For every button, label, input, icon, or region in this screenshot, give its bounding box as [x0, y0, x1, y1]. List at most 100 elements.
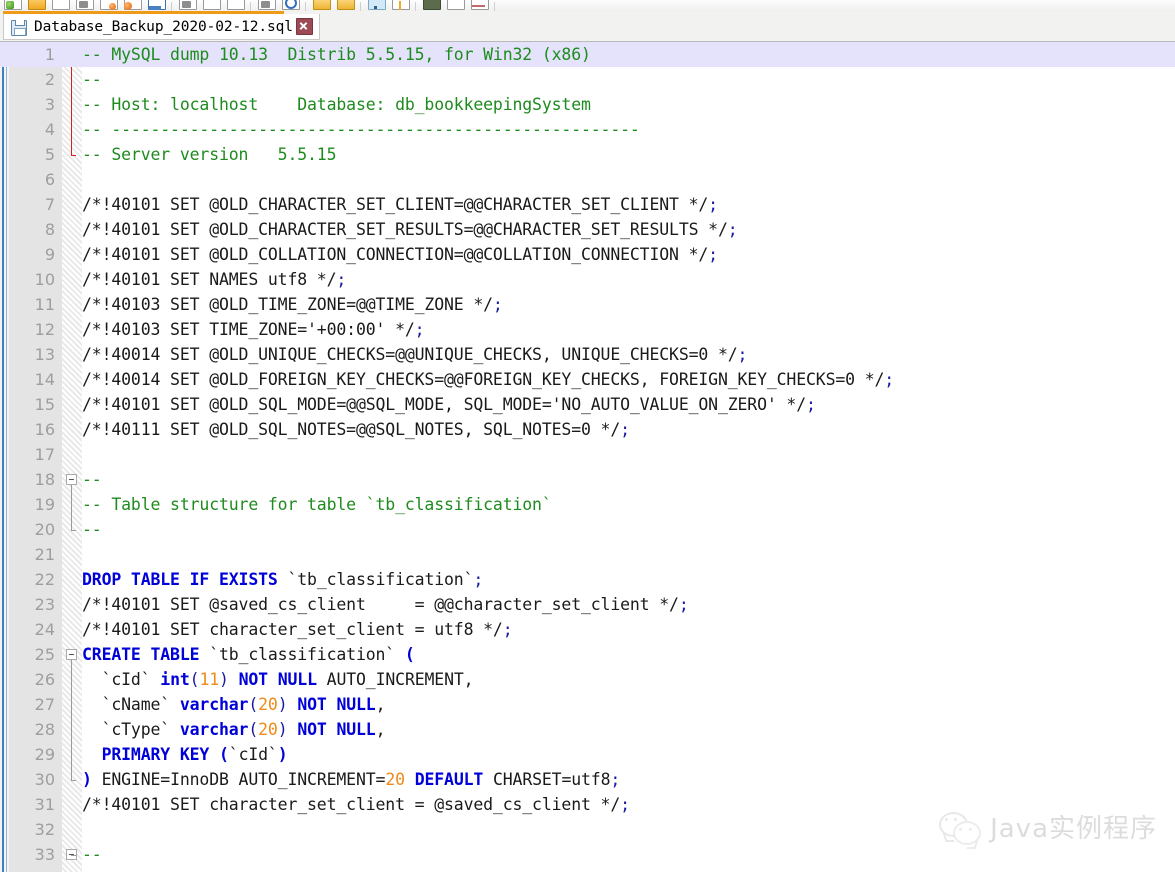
tab-strip[interactable]: Database_Backup_2020-02-12.sql	[0, 11, 1175, 42]
code-line[interactable]: 11 /*!40103 SET @OLD_TIME_ZONE=@@TIME_ZON…	[35, 292, 1175, 317]
code-token: `cId`	[82, 670, 161, 689]
code-token: ;	[678, 595, 689, 614]
find-icon[interactable]	[310, 0, 332, 11]
code-line[interactable]: 25 CREATE TABLE `tb_classification` (	[35, 642, 1175, 667]
code-line[interactable]: 19 -- Table structure for table `tb_class…	[35, 492, 1175, 517]
code-area[interactable]: 1 -- MySQL dump 10.13 Distrib 5.5.15, for…	[0, 42, 1175, 872]
code-token: )	[219, 670, 229, 689]
code-token: NOT NULL	[238, 670, 317, 689]
code-line[interactable]: 18 --	[35, 467, 1175, 492]
icon-glyph	[423, 0, 441, 10]
redo-icon[interactable]	[279, 0, 301, 11]
code-line[interactable]: 28 `cType` varchar(20) NOT NULL,	[35, 717, 1175, 742]
code-line[interactable]: 16 /*!40111 SET @OLD_SQL_NOTES=@@SQL_NOTE…	[35, 417, 1175, 442]
cut-icon[interactable]	[176, 0, 198, 11]
close-file-icon[interactable]	[97, 0, 119, 11]
close-all-icon[interactable]	[121, 0, 143, 11]
code-line[interactable]: 24 /*!40101 SET character_set_client = ut…	[35, 617, 1175, 642]
code-line[interactable]: 3 -- Host: localhost Database: db_bookkee…	[45, 92, 1175, 117]
line-number: 20	[34, 520, 55, 539]
macro-record-icon[interactable]	[444, 0, 466, 11]
code-line[interactable]: 27 `cName` varchar(20) NOT NULL,	[35, 692, 1175, 717]
code-line[interactable]: 15 /*!40101 SET @OLD_SQL_MODE=@@SQL_MODE,…	[35, 392, 1175, 417]
line-number: 3	[44, 95, 55, 114]
code-token: /*!40101 SET @OLD_CHARACTER_SET_RESULTS=…	[82, 220, 728, 239]
code-line[interactable]: 6	[45, 167, 1175, 192]
code-token: (	[248, 720, 259, 739]
icon-glyph	[148, 0, 166, 10]
line-number: 14	[34, 370, 55, 389]
code-line[interactable]: 13 /*!40014 SET @OLD_UNIQUE_CHECKS=@@UNIQ…	[35, 342, 1175, 367]
open-folder-icon[interactable]	[25, 0, 47, 11]
icon-glyph	[313, 0, 331, 10]
code-line[interactable]: 5 -- Server version 5.5.15	[45, 142, 1175, 167]
code-line[interactable]: 7 /*!40101 SET @OLD_CHARACTER_SET_CLIENT=…	[45, 192, 1175, 217]
fold-toggle-icon[interactable]	[66, 649, 77, 660]
code-token: (	[189, 670, 200, 689]
macro-play-icon[interactable]	[468, 0, 490, 11]
fold-toggle-icon[interactable]	[66, 474, 77, 485]
zoom-in-icon[interactable]	[334, 0, 356, 11]
code-text: --	[82, 842, 1175, 867]
code-line[interactable]: 9 /*!40101 SET @OLD_COLLATION_CONNECTION=…	[45, 242, 1175, 267]
code-line[interactable]: 12 /*!40103 SET TIME_ZONE='+00:00' */;	[35, 317, 1175, 342]
word-wrap-icon[interactable]	[420, 0, 442, 11]
code-token: -- Table structure for table `tb_classif…	[82, 495, 552, 514]
code-text: CREATE TABLE `tb_classification` (	[82, 642, 1175, 667]
code-line[interactable]: 22 DROP TABLE IF EXISTS `tb_classificatio…	[35, 567, 1175, 592]
undo-icon[interactable]	[255, 0, 277, 11]
bookmark-rail[interactable]	[0, 42, 9, 872]
code-token: -- Host: localhost Database: db_bookkeep…	[82, 95, 591, 114]
code-line[interactable]: 32	[35, 817, 1175, 842]
code-line[interactable]: 4 -- ------------------------------------…	[45, 117, 1175, 142]
code-token: (	[248, 695, 259, 714]
code-token: -- -------------------------------------…	[82, 120, 640, 139]
new-file-icon[interactable]	[1, 0, 23, 11]
close-icon[interactable]	[295, 18, 313, 35]
code-token: ,	[375, 695, 386, 714]
code-line[interactable]: 2 --	[45, 67, 1175, 92]
line-number: 5	[44, 145, 55, 164]
code-text: /*!40101 SET @OLD_CHARACTER_SET_RESULTS=…	[82, 217, 1175, 242]
paste-icon[interactable]	[224, 0, 246, 11]
code-line[interactable]: 1 -- MySQL dump 10.13 Distrib 5.5.15, for…	[0, 42, 1175, 67]
save-all-icon[interactable]	[73, 0, 95, 11]
code-line[interactable]: 29 PRIMARY KEY (`cId`)	[35, 742, 1175, 767]
copy-icon[interactable]	[200, 0, 222, 11]
code-text: DROP TABLE IF EXISTS `tb_classification`…	[82, 567, 1175, 592]
code-token: /*!40101 SET character_set_client = @sav…	[82, 795, 621, 814]
code-line[interactable]: 33 --	[35, 842, 1175, 867]
code-line[interactable]: 30) ENGINE=InnoDB AUTO_INCREMENT=20 DEFA…	[35, 767, 1175, 792]
code-line[interactable]: 17	[35, 442, 1175, 467]
code-text: PRIMARY KEY (`cId`)	[82, 742, 1175, 767]
code-token: CREATE TABLE	[82, 645, 200, 664]
save-icon[interactable]	[49, 0, 71, 11]
code-text: ) ENGINE=InnoDB AUTO_INCREMENT=20 DEFAUL…	[82, 767, 1175, 792]
code-editor[interactable]: 1 -- MySQL dump 10.13 Distrib 5.5.15, for…	[0, 42, 1175, 872]
line-number: 29	[34, 745, 55, 764]
line-number: 25	[34, 645, 55, 664]
tab-database-backup-sql[interactable]: Database_Backup_2020-02-12.sql	[3, 14, 320, 40]
line-number: 33	[34, 845, 55, 864]
fold-margin[interactable]	[62, 42, 82, 872]
show-whitespace-icon[interactable]	[389, 0, 411, 11]
icon-glyph	[52, 0, 70, 10]
code-line[interactable]: 10 /*!40101 SET NAMES utf8 */;	[35, 267, 1175, 292]
line-number: 26	[34, 670, 55, 689]
print-icon[interactable]	[145, 0, 167, 11]
code-line[interactable]: 31 /*!40101 SET character_set_client = @s…	[35, 792, 1175, 817]
code-line[interactable]: 21	[35, 542, 1175, 567]
code-line[interactable]: 23 /*!40101 SET @saved_cs_client = @@char…	[35, 592, 1175, 617]
code-line[interactable]: 14 /*!40014 SET @OLD_FOREIGN_KEY_CHECKS=@…	[35, 367, 1175, 392]
toolbar-separator	[250, 2, 251, 11]
icon-glyph	[4, 0, 22, 10]
zoom-out-icon[interactable]	[365, 0, 387, 11]
code-line[interactable]: 8 /*!40101 SET @OLD_CHARACTER_SET_RESULTS…	[45, 217, 1175, 242]
line-number: 15	[34, 395, 55, 414]
code-line[interactable]: 26 `cId` int(11) NOT NULL AUTO_INCREMENT…	[35, 667, 1175, 692]
code-line[interactable]: 20 --	[35, 517, 1175, 542]
